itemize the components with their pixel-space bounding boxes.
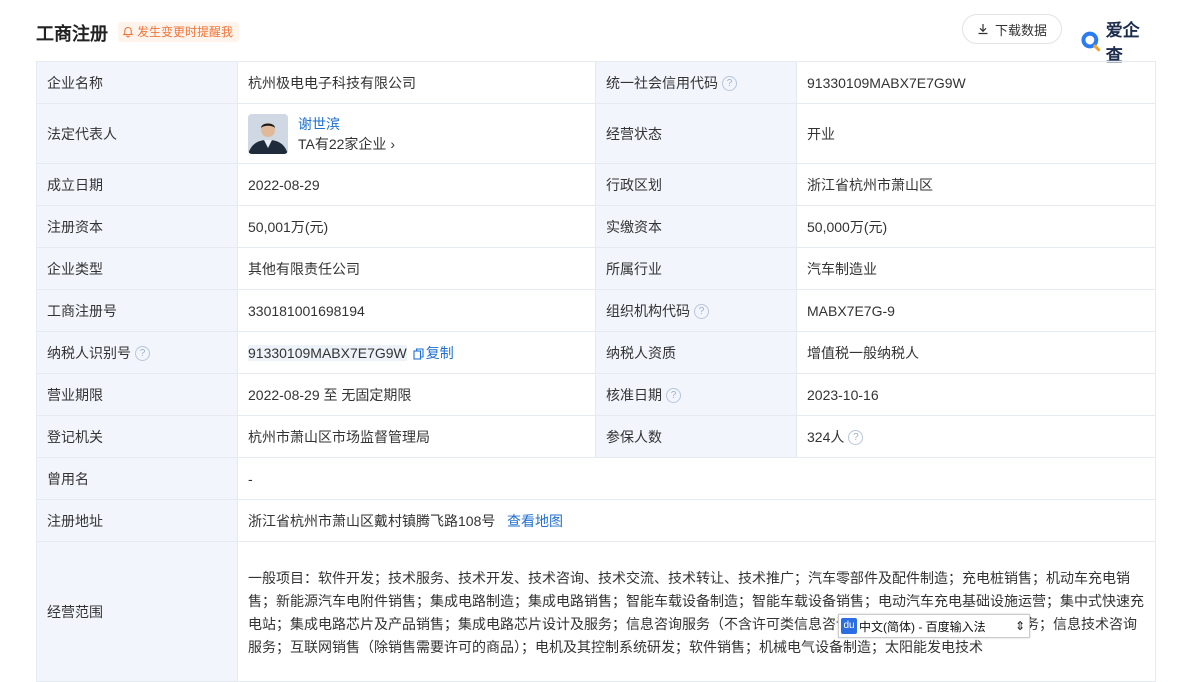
ime-logo: du [841, 618, 857, 634]
help-icon[interactable]: ? [722, 76, 737, 92]
change-remind-label: 发生变更时提醒我 [137, 25, 234, 39]
label-founded-date: 成立日期 [36, 163, 238, 206]
label-taxpayer-qualification: 纳税人资质 [595, 331, 797, 374]
table-row: 注册资本 50,001万(元) 实缴资本 50,000万(元) [36, 205, 1156, 248]
value-registered-capital: 50,001万(元) [237, 205, 596, 248]
label-business-scope: 经营范围 [36, 541, 238, 682]
copy-button[interactable]: 复制 [407, 345, 454, 361]
help-icon[interactable]: ? [694, 304, 709, 320]
table-row: 曾用名 - [36, 457, 1156, 500]
view-map-link[interactable]: 查看地图 [507, 513, 563, 529]
value-business-scope: 一般项目：软件开发；技术服务、技术开发、技术咨询、技术交流、技术转让、技术推广；… [237, 541, 1156, 682]
value-business-term: 2022-08-29 至 无固定期限 [237, 373, 596, 416]
table-row: 企业名称 杭州极电电子科技有限公司 统一社会信用代码? 91330109MABX… [36, 61, 1156, 104]
value-org-code: MABX7E7G-9 [796, 289, 1156, 332]
value-company-name: 杭州极电电子科技有限公司 [237, 61, 596, 104]
section-title: 工商注册 [36, 24, 108, 44]
ime-status-bar[interactable]: du 中文(简体) - 百度输入法 ⇕ [838, 614, 1030, 638]
value-former-name: - [237, 457, 1156, 500]
label-insured-count: 参保人数 [595, 415, 797, 458]
table-row: 纳税人识别号? 91330109MABX7E7G9W 复制 纳税人资质 增值税一般… [36, 331, 1156, 374]
value-founded-date: 2022-08-29 [237, 163, 596, 206]
legal-rep-name-link[interactable]: 谢世滨 [298, 114, 395, 134]
table-row: 注册地址 浙江省杭州市萧山区戴村镇腾飞路108号 查看地图 [36, 499, 1156, 542]
download-icon [978, 24, 988, 35]
label-registration-authority: 登记机关 [36, 415, 238, 458]
label-registered-capital: 注册资本 [36, 205, 238, 248]
value-industry: 汽车制造业 [796, 247, 1156, 290]
legal-rep-companies-link[interactable]: TA有22家企业 › [298, 134, 395, 154]
table-row: 登记机关 杭州市萧山区市场监督管理局 参保人数 324人? [36, 415, 1156, 458]
download-data-button[interactable]: 下载数据 [962, 14, 1062, 44]
label-registration-no: 工商注册号 [36, 289, 238, 332]
label-paid-capital: 实缴资本 [595, 205, 797, 248]
copy-icon [413, 347, 424, 360]
help-icon[interactable]: ? [135, 346, 150, 362]
value-taxpayer-qualification: 增值税一般纳税人 [796, 331, 1156, 374]
value-registration-no: 330181001698194 [237, 289, 596, 332]
brand-search-icon [1081, 31, 1101, 52]
avatar[interactable] [248, 113, 288, 154]
table-row: 法定代表人 谢世滨 TA有22家企业 › 经营状态 开业 [36, 103, 1156, 164]
label-company-name: 企业名称 [36, 61, 238, 104]
value-approval-date: 2023-10-16 [796, 373, 1156, 416]
value-credit-code: 91330109MABX7E7G9W [796, 61, 1156, 104]
download-data-label: 下载数据 [994, 22, 1047, 38]
label-org-code: 组织机构代码? [595, 289, 797, 332]
value-insured-count: 324人? [796, 415, 1156, 458]
brand-name: 爱企查 [1105, 21, 1140, 65]
table-row: 企业类型 其他有限责任公司 所属行业 汽车制造业 [36, 247, 1156, 290]
label-industry: 所属行业 [595, 247, 797, 290]
chevron-right-icon: › [390, 135, 395, 152]
table-row: 经营范围 一般项目：软件开发；技术服务、技术开发、技术咨询、技术交流、技术转让、… [36, 541, 1156, 682]
label-former-name: 曾用名 [36, 457, 238, 500]
value-operating-status: 开业 [796, 103, 1156, 164]
help-icon[interactable]: ? [848, 430, 864, 446]
table-row: 营业期限 2022-08-29 至 无固定期限 核准日期? 2023-10-16 [36, 373, 1156, 416]
help-icon[interactable]: ? [666, 388, 681, 404]
taxpayer-id-text: 91330109MABX7E7G9W [248, 344, 407, 361]
label-operating-status: 经营状态 [595, 103, 797, 164]
label-taxpayer-id: 纳税人识别号? [36, 331, 238, 374]
updown-arrow-icon[interactable]: ⇕ [1015, 619, 1025, 633]
label-admin-region: 行政区划 [595, 163, 797, 206]
value-company-type: 其他有限责任公司 [237, 247, 596, 290]
ime-label: 中文(简体) - 百度输入法 [859, 619, 986, 634]
label-business-term: 营业期限 [36, 373, 238, 416]
value-taxpayer-id: 91330109MABX7E7G9W 复制 [237, 331, 596, 374]
business-registration-table: 企业名称 杭州极电电子科技有限公司 统一社会信用代码? 91330109MABX… [36, 61, 1156, 682]
brand-logo: 爱企查 [1079, 16, 1156, 66]
value-paid-capital: 50,000万(元) [796, 205, 1156, 248]
label-registered-address: 注册地址 [36, 499, 238, 542]
change-remind-button[interactable]: 发生变更时提醒我 [118, 22, 240, 42]
section-header: 工商注册 发生变更时提醒我 下载数据 爱企查 [36, 14, 1156, 65]
table-row: 成立日期 2022-08-29 行政区划 浙江省杭州市萧山区 [36, 163, 1156, 206]
label-approval-date: 核准日期? [595, 373, 797, 416]
value-admin-region: 浙江省杭州市萧山区 [796, 163, 1156, 206]
value-registration-authority: 杭州市萧山区市场监督管理局 [237, 415, 596, 458]
table-row: 工商注册号 330181001698194 组织机构代码? MABX7E7G-9 [36, 289, 1156, 332]
label-credit-code: 统一社会信用代码? [595, 61, 797, 104]
value-legal-rep: 谢世滨 TA有22家企业 › [237, 103, 596, 164]
value-registered-address: 浙江省杭州市萧山区戴村镇腾飞路108号 查看地图 [237, 499, 1156, 542]
label-company-type: 企业类型 [36, 247, 238, 290]
label-legal-rep: 法定代表人 [36, 103, 238, 164]
bell-icon [122, 26, 134, 38]
